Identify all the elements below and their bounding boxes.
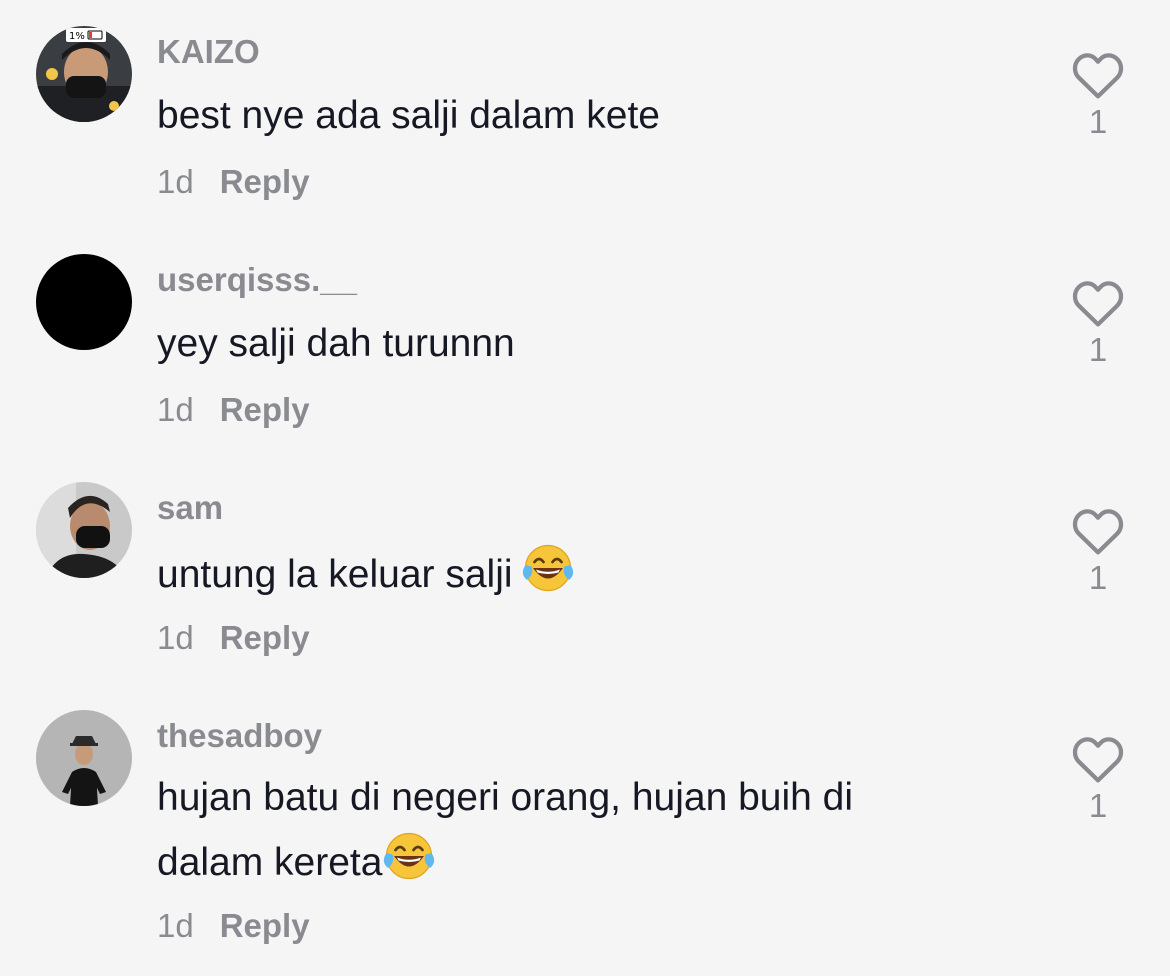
comment-text-line: hujan batu di negeri orang, hujan buih d… [157, 776, 854, 819]
avatar-image: 1% [36, 26, 132, 122]
comment-item: sam untung la keluar salji 1d Reply 1 [0, 482, 1170, 686]
comment-item: 1% KAIZO best nye ada salji dalam kete 1… [0, 26, 1170, 230]
like-control[interactable]: 1 [1068, 278, 1128, 368]
comment-item: thesadboy hujan batu di negeri orang, hu… [0, 710, 1170, 964]
heart-outline-icon[interactable] [1071, 278, 1125, 328]
comment-meta: 1d Reply [157, 906, 310, 946]
like-count: 1 [1088, 331, 1108, 368]
like-count: 1 [1088, 559, 1108, 596]
reply-button[interactable]: Reply [220, 391, 310, 428]
avatar-image [36, 254, 132, 350]
comment-meta: 1d Reply [157, 162, 310, 202]
comment-text-content: untung la keluar salji [157, 553, 513, 596]
comment-username[interactable]: userqisss.__ [157, 260, 357, 300]
comment-age: 1d [157, 907, 194, 944]
comment-text: hujan batu di negeri orang, hujan buih d… [157, 767, 997, 894]
comment-age: 1d [157, 391, 194, 428]
comment-age: 1d [157, 619, 194, 656]
comment-text: yey salji dah turunnn [157, 322, 515, 365]
avatar-image [36, 710, 132, 806]
like-control[interactable]: 1 [1068, 734, 1128, 824]
comment-text: untung la keluar salji [157, 541, 997, 606]
like-control[interactable]: 1 [1068, 50, 1128, 140]
avatar[interactable]: 1% [36, 26, 132, 122]
reply-button[interactable]: Reply [220, 163, 310, 200]
reply-button[interactable]: Reply [220, 619, 310, 656]
comment-text-content: dalam kereta [157, 841, 383, 884]
avatar[interactable] [36, 254, 132, 350]
comment-username[interactable]: KAIZO [157, 32, 260, 72]
comment-item: userqisss.__ yey salji dah turunnn 1d Rep… [0, 254, 1170, 458]
comment-username[interactable]: sam [157, 488, 223, 528]
like-control[interactable]: 1 [1068, 506, 1128, 596]
comment-username[interactable]: thesadboy [157, 716, 322, 756]
svg-text:1%: 1% [69, 31, 85, 42]
reply-button[interactable]: Reply [220, 907, 310, 944]
like-count: 1 [1088, 787, 1108, 824]
avatar-image [36, 482, 132, 578]
heart-outline-icon[interactable] [1071, 734, 1125, 784]
heart-outline-icon[interactable] [1071, 50, 1125, 100]
comment-meta: 1d Reply [157, 390, 310, 430]
face-with-tears-of-joy-icon [384, 832, 435, 880]
comment-age: 1d [157, 163, 194, 200]
like-count: 1 [1088, 103, 1108, 140]
comment-text: best nye ada salji dalam kete [157, 94, 660, 137]
comment-meta: 1d Reply [157, 618, 310, 658]
avatar[interactable] [36, 710, 132, 806]
face-with-tears-of-joy-icon [522, 544, 573, 592]
heart-outline-icon[interactable] [1071, 506, 1125, 556]
avatar[interactable] [36, 482, 132, 578]
comment-text-line: dalam kereta [157, 829, 997, 894]
